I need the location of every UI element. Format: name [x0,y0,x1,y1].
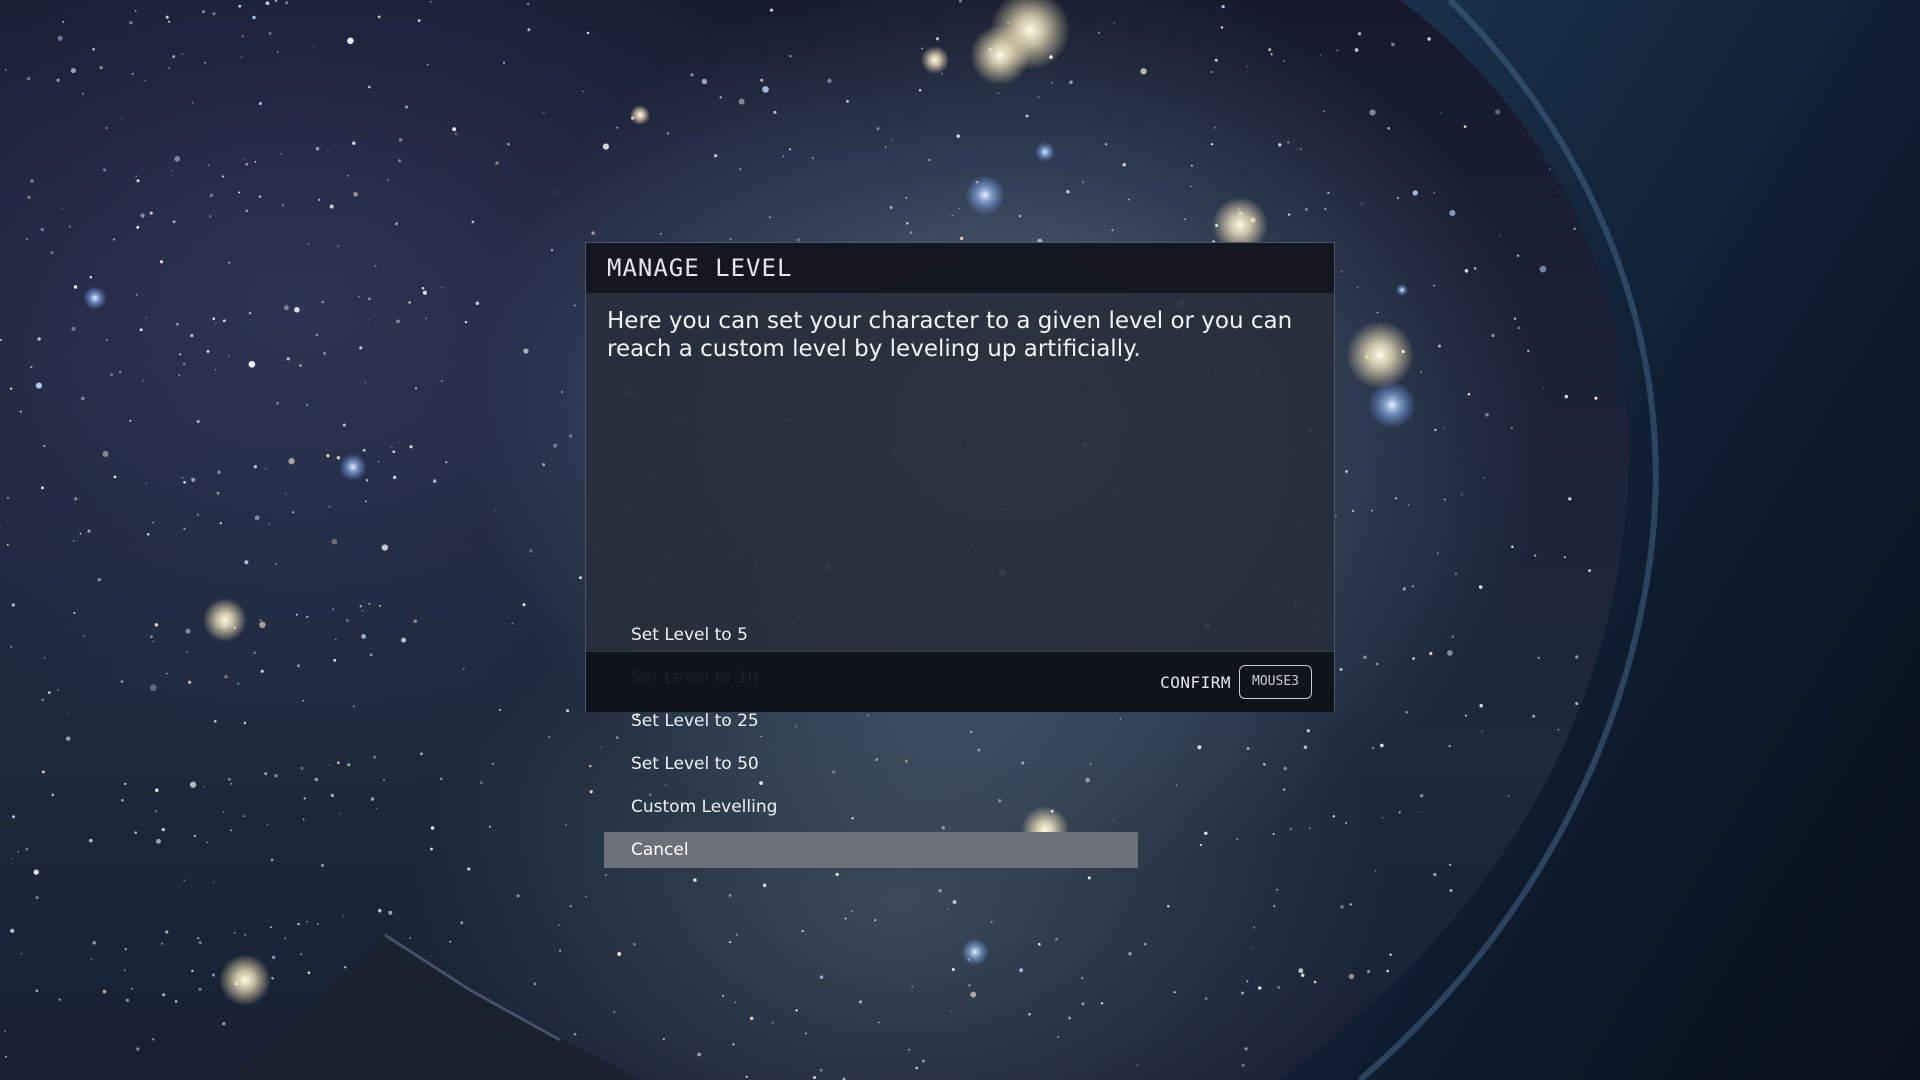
option-cancel[interactable]: Cancel [604,832,1138,868]
mouse3-key-hint: MOUSE3 [1239,665,1312,699]
confirm-button[interactable]: CONFIRM MOUSE3 [1160,663,1312,701]
option-set-level-5[interactable]: Set Level to 5 [604,617,1138,653]
manage-level-dialog: MANAGE LEVEL Here you can set your chara… [585,242,1335,868]
confirm-label: CONFIRM [1160,672,1232,692]
option-label: Set Level to 5 [631,625,748,645]
option-custom-levelling[interactable]: Custom Levelling [604,789,1138,825]
dialog-header: MANAGE LEVEL [586,243,1334,293]
option-label: Set Level to 50 [631,754,759,774]
option-label: Cancel [631,840,689,860]
option-set-level-50[interactable]: Set Level to 50 [604,746,1138,782]
option-label: Set Level to 25 [631,711,759,731]
option-label: Custom Levelling [631,797,778,817]
dialog-footer: CONFIRM MOUSE3 [586,651,1334,712]
dialog-title: MANAGE LEVEL [607,254,793,282]
dialog-description: Here you can set your character to a giv… [607,308,1293,362]
